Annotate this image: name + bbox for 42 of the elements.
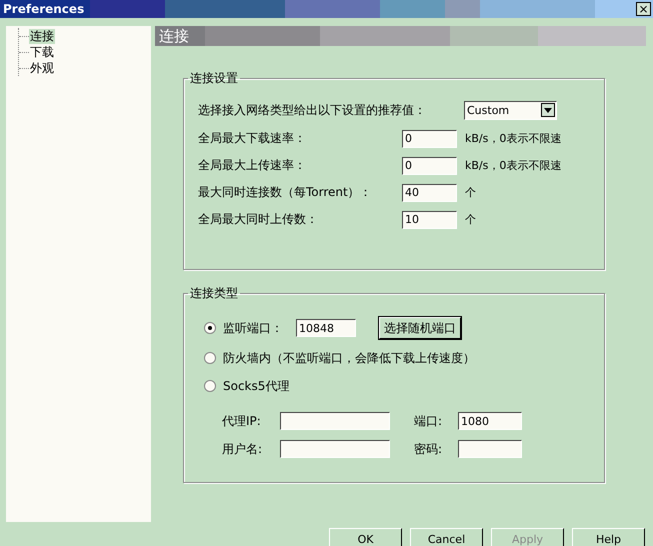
input-field[interactable]: [280, 412, 390, 430]
tree-item[interactable]: 下载: [29, 44, 55, 60]
radio-label: 防火墙内（不监听端口，会降低下载上传速度）: [223, 350, 475, 366]
unit-label: kB/s，0表示不限速: [465, 158, 562, 173]
dialog-button[interactable]: OK: [329, 528, 402, 546]
network-type-dropdown[interactable]: Custom: [464, 100, 557, 120]
radio-label: 监听端口：: [223, 320, 283, 336]
input-field[interactable]: [280, 440, 390, 458]
input-field[interactable]: 0: [402, 130, 457, 148]
close-button[interactable]: ×: [636, 2, 651, 16]
input-field[interactable]: 40: [402, 184, 457, 202]
unit-label: 个: [465, 185, 476, 200]
tree-item[interactable]: 外观: [29, 60, 55, 76]
random-port-button[interactable]: 选择随机端口: [379, 317, 461, 339]
input-field[interactable]: 1080: [458, 412, 522, 430]
radio-button[interactable]: [204, 322, 216, 334]
input-field[interactable]: 10: [402, 210, 457, 228]
page-header: 连接: [155, 26, 646, 46]
window-title: Preferences: [3, 2, 84, 16]
field-label: 密码:: [413, 440, 444, 458]
field-label: 全局最大下载速率：: [198, 130, 307, 147]
field-label: 选择接入网络类型给出以下设置的推荐值：: [198, 102, 427, 118]
input-field[interactable]: 10848: [296, 319, 356, 337]
radio-label: Socks5代理: [223, 378, 290, 394]
field-label: 最大同时连接数（每Torrent）：: [198, 184, 373, 201]
radio-button[interactable]: [204, 352, 216, 364]
dialog-button[interactable]: Cancel: [410, 528, 483, 546]
radio-button[interactable]: [204, 380, 216, 392]
unit-label: 个: [465, 212, 476, 227]
field-label: 用户名:: [222, 440, 264, 458]
input-field[interactable]: [458, 440, 522, 458]
field-label: 端口:: [413, 412, 444, 430]
group-title: 连接设置: [189, 70, 239, 87]
field-label: 全局最大同时上传数：: [198, 211, 319, 228]
tree-item[interactable]: 连接: [29, 28, 55, 44]
field-label: 全局最大上传速率：: [198, 157, 307, 174]
input-field[interactable]: 0: [402, 156, 457, 174]
unit-label: kB/s，0表示不限速: [465, 131, 562, 146]
caret-icon: [544, 108, 552, 112]
dialog-button[interactable]: Help: [572, 528, 645, 546]
group-title: 连接类型: [189, 285, 239, 302]
field-label: 代理IP:: [222, 412, 262, 430]
